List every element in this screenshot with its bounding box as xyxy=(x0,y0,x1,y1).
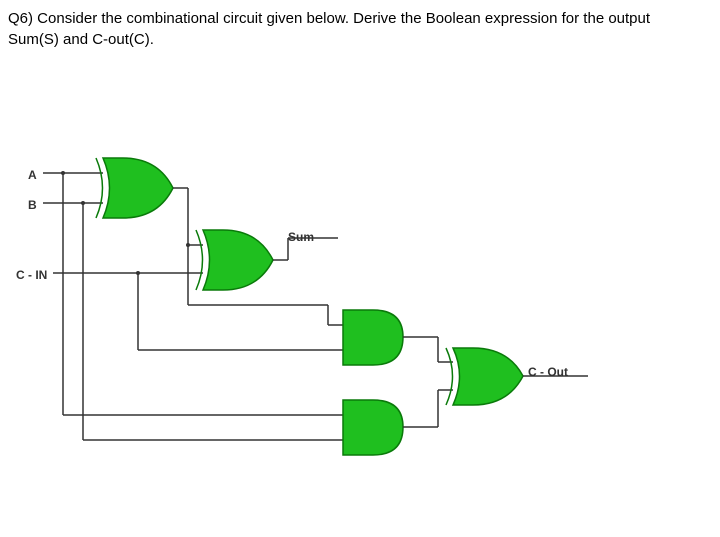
junction-g1 xyxy=(186,243,190,247)
gate-2 xyxy=(196,230,273,290)
question-text: Q6) Consider the combinational circuit g… xyxy=(8,8,712,50)
circuit-svg xyxy=(8,130,708,510)
question-line-1: Q6) Consider the combinational circuit g… xyxy=(8,10,650,27)
junction-a xyxy=(61,171,65,175)
gate-3 xyxy=(343,310,403,365)
junction-cin xyxy=(136,271,140,275)
junction-b xyxy=(81,201,85,205)
gate-1 xyxy=(96,158,173,218)
circuit-diagram: A B C - IN Sum C - Out xyxy=(8,130,708,510)
gate-4 xyxy=(343,400,403,455)
gate-5 xyxy=(446,348,523,405)
question-line-2: Sum(S) and C-out(C). xyxy=(8,31,154,48)
